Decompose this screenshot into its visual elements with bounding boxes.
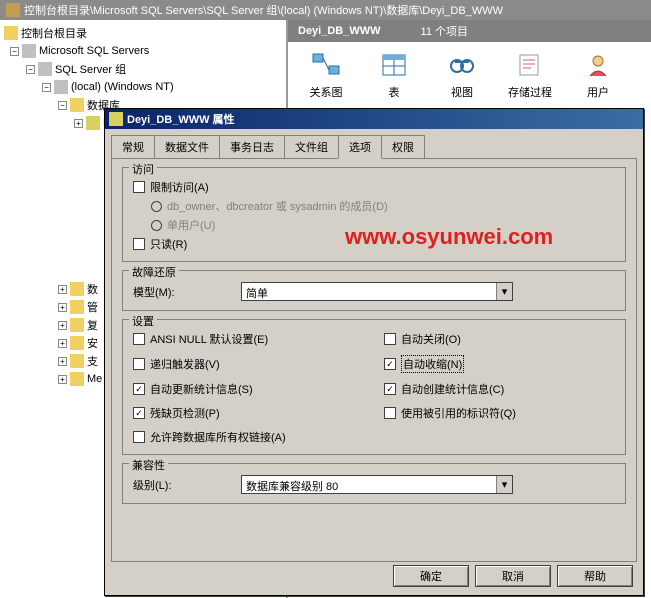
server-icon bbox=[22, 44, 36, 58]
autostat-checkbox[interactable]: ✓ bbox=[133, 383, 145, 395]
dialog-title: Deyi_DB_WWW 属性 bbox=[127, 111, 235, 127]
users-item[interactable]: 用户 bbox=[564, 50, 632, 100]
expand-icon[interactable]: − bbox=[26, 65, 35, 74]
folder-icon bbox=[4, 26, 18, 40]
tree-local[interactable]: (local) (Windows NT) bbox=[71, 81, 174, 93]
level-combo[interactable]: 数据库兼容级别 80 ▾ bbox=[241, 475, 513, 494]
settings-legend: 设置 bbox=[129, 313, 157, 329]
autocreate-checkbox[interactable]: ✓ bbox=[384, 383, 396, 395]
readonly-checkbox[interactable] bbox=[133, 238, 145, 250]
settings-group: 设置 ANSI NULL 默认设置(E) 自动关闭(O) 递归触发器(V) ✓自… bbox=[122, 319, 626, 455]
members-radio bbox=[151, 201, 162, 212]
tree-root[interactable]: 控制台根目录 bbox=[21, 25, 87, 41]
folder-icon bbox=[70, 98, 84, 112]
ansi-checkbox[interactable] bbox=[133, 333, 145, 345]
single-label: 单用户(U) bbox=[167, 217, 215, 233]
dialog-buttons: 确定 取消 帮助 bbox=[393, 565, 633, 587]
tree-item[interactable]: 复 bbox=[87, 317, 98, 333]
cancel-button[interactable]: 取消 bbox=[475, 565, 551, 587]
tab-filegroups[interactable]: 文件组 bbox=[284, 135, 339, 158]
tree-item[interactable]: Me bbox=[87, 373, 102, 385]
tree-sqlservers[interactable]: Microsoft SQL Servers bbox=[39, 45, 149, 57]
tab-options[interactable]: 选项 bbox=[338, 135, 382, 159]
level-label: 级别(L): bbox=[133, 477, 237, 493]
properties-dialog: Deyi_DB_WWW 属性 常规 数据文件 事务日志 文件组 选项 权限 访问… bbox=[104, 108, 644, 596]
crossdb-checkbox[interactable] bbox=[133, 431, 145, 443]
chevron-down-icon[interactable]: ▾ bbox=[496, 476, 512, 493]
tree-item[interactable]: 支 bbox=[87, 353, 98, 369]
icon-bar: 关系图 表 视图 存储过程 用户 bbox=[288, 42, 651, 108]
tab-strip: 常规 数据文件 事务日志 文件组 选项 权限 bbox=[105, 129, 643, 158]
torn-checkbox[interactable]: ✓ bbox=[133, 407, 145, 419]
access-group: 访问 限制访问(A) db_owner、dbcreator 或 sysadmin… bbox=[122, 167, 626, 262]
compat-legend: 兼容性 bbox=[129, 457, 168, 473]
tab-content: 访问 限制访问(A) db_owner、dbcreator 或 sysadmin… bbox=[111, 158, 637, 562]
item-count: 11 个项目 bbox=[421, 23, 468, 39]
quoted-checkbox[interactable] bbox=[384, 407, 396, 419]
autoclose-checkbox[interactable] bbox=[384, 333, 396, 345]
instance-icon bbox=[54, 80, 68, 94]
restrict-label: 限制访问(A) bbox=[150, 179, 209, 195]
access-legend: 访问 bbox=[129, 161, 157, 177]
relations-item[interactable]: 关系图 bbox=[292, 50, 360, 100]
chevron-down-icon[interactable]: ▾ bbox=[496, 283, 512, 300]
tree-group[interactable]: SQL Server 组 bbox=[55, 61, 126, 77]
restrict-checkbox[interactable] bbox=[133, 181, 145, 193]
group-icon bbox=[38, 62, 52, 76]
help-button[interactable]: 帮助 bbox=[557, 565, 633, 587]
tab-permissions[interactable]: 权限 bbox=[381, 135, 425, 158]
rectrig-checkbox[interactable] bbox=[133, 358, 145, 370]
recovery-legend: 故障还原 bbox=[129, 264, 179, 280]
database-icon bbox=[86, 116, 100, 130]
titlebar-text: 控制台根目录\Microsoft SQL Servers\SQL Server … bbox=[24, 2, 503, 18]
dialog-icon bbox=[109, 112, 123, 126]
content-dbname: Deyi_DB_WWW bbox=[298, 25, 381, 37]
tab-log[interactable]: 事务日志 bbox=[219, 135, 285, 158]
model-combo[interactable]: 简单 ▾ bbox=[241, 282, 513, 301]
tables-item[interactable]: 表 bbox=[360, 50, 428, 100]
expand-icon[interactable]: − bbox=[10, 47, 19, 56]
members-label: db_owner、dbcreator 或 sysadmin 的成员(D) bbox=[167, 198, 388, 214]
tab-general[interactable]: 常规 bbox=[111, 135, 155, 158]
tree-item[interactable]: 管 bbox=[87, 299, 98, 315]
expand-icon[interactable]: + bbox=[74, 119, 83, 128]
level-value: 数据库兼容级别 80 bbox=[242, 476, 496, 493]
readonly-label: 只读(R) bbox=[150, 236, 187, 252]
content-header: Deyi_DB_WWW 11 个项目 bbox=[288, 20, 651, 42]
tab-datafiles[interactable]: 数据文件 bbox=[154, 135, 220, 158]
main-titlebar: 控制台根目录\Microsoft SQL Servers\SQL Server … bbox=[0, 0, 651, 20]
sp-item[interactable]: 存储过程 bbox=[496, 50, 564, 100]
model-value: 简单 bbox=[242, 283, 496, 300]
ok-button[interactable]: 确定 bbox=[393, 565, 469, 587]
tree-item[interactable]: 数 bbox=[87, 281, 98, 297]
autoshrink-checkbox[interactable]: ✓ bbox=[384, 358, 396, 370]
dialog-titlebar: Deyi_DB_WWW 属性 bbox=[105, 109, 643, 129]
compat-group: 兼容性 级别(L): 数据库兼容级别 80 ▾ bbox=[122, 463, 626, 504]
tree-item[interactable]: 安 bbox=[87, 335, 98, 351]
single-radio bbox=[151, 220, 162, 231]
model-label: 模型(M): bbox=[133, 284, 237, 300]
expand-icon[interactable]: − bbox=[58, 101, 67, 110]
expand-icon[interactable]: − bbox=[42, 83, 51, 92]
recovery-group: 故障还原 模型(M): 简单 ▾ bbox=[122, 270, 626, 311]
app-icon bbox=[6, 3, 20, 17]
views-item[interactable]: 视图 bbox=[428, 50, 496, 100]
